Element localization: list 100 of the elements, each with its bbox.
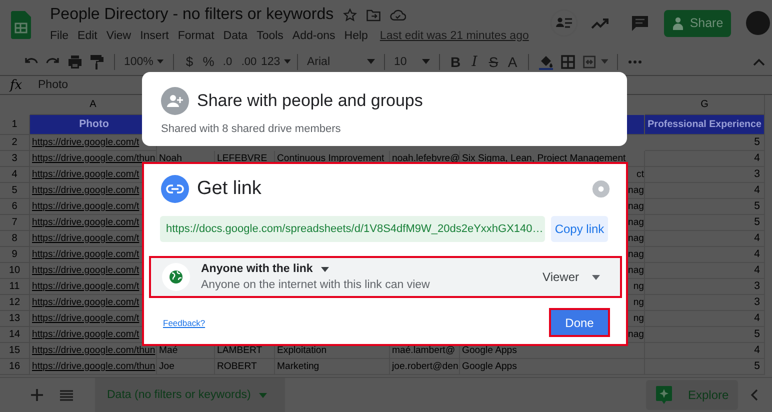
last-edit-link[interactable]: Last edit was 21 minutes ago [380,30,529,42]
print-icon[interactable] [67,54,83,70]
row-number[interactable]: 4 [0,167,30,183]
table-cell: 5 [645,359,765,375]
merge-icon [582,54,597,70]
table-cell: 5 [645,327,765,343]
table-cell: https://drive.google.com/thun [30,359,157,375]
table-cell: 3 [645,279,765,295]
table-cell: Google Apps [460,359,645,375]
table-cell: 5 [645,199,765,215]
menu-item[interactable]: Help [344,30,368,42]
row-number[interactable]: 15 [0,343,30,359]
cloud-icon[interactable] [390,9,406,21]
table-cell: 4 [645,247,765,263]
menu-item[interactable]: Tools [256,30,284,42]
star-icon[interactable] [342,8,357,22]
row-number[interactable]: 7 [0,215,30,231]
table-cell: 4 [645,231,765,247]
table-cell: Joe [157,359,215,375]
caret-icon [258,392,267,398]
table-cell: 4 [645,151,765,167]
caret-icon [592,274,600,280]
row-number[interactable]: 5 [0,183,30,199]
borders-icon[interactable] [560,54,576,70]
sheets-logo-icon[interactable] [11,11,31,39]
folder-icon[interactable] [366,8,381,22]
font-dropdown[interactable]: Arial [304,50,378,72]
access-dropdown[interactable]: Anyone with the link [201,263,329,275]
chevron-up-icon[interactable] [752,56,766,66]
sheet-tab[interactable]: Data (no filters or keywords) [95,378,285,412]
menu-item[interactable]: Insert [140,30,169,42]
table-cell: ROBERT [215,359,275,375]
table-cell: 4 [645,183,765,199]
table-cell: Marketing [275,359,390,375]
strikethrough-button[interactable]: S [484,50,503,72]
document-title[interactable]: People Directory - no filters or keywords [50,6,334,24]
trend-icon[interactable] [591,17,609,29]
menu-item[interactable]: View [106,30,132,42]
italic-button[interactable]: I [465,50,484,72]
plus-icon[interactable] [31,389,43,401]
number-format-dropdown[interactable]: 123 [261,50,291,72]
table-cell: joe.robert@den [390,359,460,375]
caret-icon [157,59,164,64]
feedback-link[interactable]: Feedback? [163,318,206,328]
table-cell: 4 [645,263,765,279]
row-number[interactable]: 9 [0,247,30,263]
formula-input[interactable]: Photo [38,79,68,91]
caret-icon [422,59,430,64]
settings-icon[interactable] [592,180,610,198]
row-number[interactable]: 2 [0,135,30,151]
percent-button[interactable]: % [199,50,218,72]
zoom-dropdown[interactable]: 100% [121,50,167,72]
avatar-icon[interactable] [746,11,770,35]
text-color-button[interactable]: A [503,50,522,72]
table-cell: 4 [645,311,765,327]
caret-icon [367,59,375,64]
row-number[interactable]: 16 [0,359,30,375]
currency-button[interactable]: $ [180,50,199,72]
row-number[interactable]: 11 [0,279,30,295]
list-icon[interactable] [60,390,73,400]
column-heading: Professional Experience [645,115,765,135]
row-number[interactable]: 3 [0,151,30,167]
table-cell: 4 [645,343,765,359]
paint-roller-icon[interactable] [89,54,105,70]
font-size-dropdown[interactable]: 10 [391,50,433,72]
menu-item[interactable]: Add-ons [292,30,336,42]
row-number[interactable]: 12 [0,295,30,311]
link-icon [161,175,189,203]
person-add-icon [161,87,189,115]
person-icon [672,16,684,30]
comment-icon[interactable] [631,14,649,32]
fill-color-icon[interactable] [538,54,554,70]
row-number[interactable]: 8 [0,231,30,247]
menu-item[interactable]: File [50,30,69,42]
explore-button[interactable]: Explore [646,380,738,410]
row-number[interactable]: 6 [0,199,30,215]
menu-item[interactable]: Data [223,30,248,42]
share-button[interactable]: Share [664,10,731,36]
explore-icon [656,386,672,404]
table-cell: 3 [645,295,765,311]
bold-button[interactable]: B [446,50,465,72]
menu-item[interactable]: Edit [78,30,98,42]
caret-icon [600,59,608,64]
dialog-title: Share with people and groups [197,91,423,111]
row-number[interactable]: 13 [0,311,30,327]
increase-decimal-button[interactable]: .00 [237,50,261,72]
table-cell: 5 [645,215,765,231]
chevron-left-icon[interactable] [750,389,758,401]
row-number[interactable]: 10 [0,263,30,279]
copy-link-button[interactable]: Copy link [551,216,608,242]
dialog-subtitle: Shared with 8 shared drive members [161,123,342,135]
link-field[interactable]: https://docs.google.com/spreadsheets/d/1V8S4dfM9W_20ds2eYxxhGX140… [160,216,545,242]
table-cell: 3 [645,167,765,183]
globe-icon [162,263,190,291]
done-button[interactable]: Done [549,308,610,337]
menu-item[interactable]: Format [178,30,214,42]
access-description: Anyone on the internet with this link can view [201,279,430,291]
row-number[interactable]: 14 [0,327,30,343]
caret-icon [320,266,329,272]
decrease-decimal-button[interactable]: .0 [218,50,237,72]
